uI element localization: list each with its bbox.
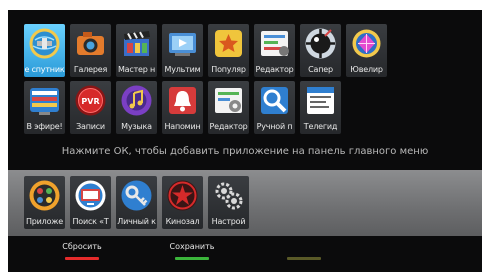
jeweler-icon [352,29,381,58]
app-tile[interactable]: Напомин [162,81,203,134]
app-tile[interactable]: Поиск «Т [70,176,111,229]
svg-text:PVR: PVR [81,97,99,106]
pvr-icon: PVR [75,85,106,116]
available-apps-panel: е спутник Галерея Мастер н Мультим Популяр Ре… [8,10,482,170]
app-tile-label: Редактор [209,122,248,131]
minesweeper-icon [305,28,336,59]
reset-button[interactable]: Сбросить [52,241,112,260]
yellow-key-label [274,241,334,253]
apps-row-1: е спутник Галерея Мастер н Мультим Популяр Ре… [24,24,392,77]
app-tile-label: Ювелир [350,65,383,74]
clapperboard-icon [124,31,150,56]
app-tile-label: Мастер н [117,65,156,74]
applications-icon [29,180,60,211]
multimedia-icon [169,33,196,56]
app-tile[interactable]: Галерея [70,24,111,77]
app-tile-label: Кинозал [165,217,200,226]
app-tile[interactable]: Телегид [300,81,341,134]
app-tile-label: Мультим [164,65,201,74]
reset-button-label: Сбросить [62,242,102,251]
yellow-key-indicator [287,257,321,260]
app-tile[interactable]: В эфире! [24,81,65,134]
app-tile-label: Личный к [117,217,156,226]
reminder-icon [169,87,196,114]
app-tile-label: Телегид [303,122,338,131]
app-tile[interactable]: Личный к [116,176,157,229]
editor-gear-icon [215,88,242,113]
app-tile[interactable]: Ручной п [254,81,295,134]
app-tile[interactable]: Мультим [162,24,203,77]
editor-icon [261,31,289,56]
hint-text: Нажмите ОК, чтобы добавить приложение на… [61,146,429,157]
tv-guide-icon [307,87,334,114]
app-tile-label: е спутник [24,65,65,74]
app-tile-label: Настрой [211,217,246,226]
app-tile-label: Напомин [164,122,201,131]
star-icon [215,30,242,57]
music-icon [121,85,152,116]
app-screen: е спутник Галерея Мастер н Мультим Популяр Ре… [8,10,482,272]
save-button[interactable]: Сохранить [162,241,222,260]
app-tile-label: Популяр [211,65,246,74]
manual-search-icon [261,87,288,114]
green-key-indicator [175,257,209,260]
on-air-icon [30,88,59,115]
settings-gears-icon [215,182,243,210]
main-menu-panel: Приложе Поиск «Т Личный к Кинозал Настрой [8,170,482,236]
app-tile-label: Ручной п [256,122,293,131]
save-button-label: Сохранить [169,242,215,251]
camera-icon [77,32,104,55]
app-tile[interactable]: Кинозал [162,176,203,229]
app-tile-label: В эфире! [26,122,63,131]
main-menu-apps: Приложе Поиск «Т Личный к Кинозал Настрой [24,176,254,229]
app-tile-label: Музыка [121,122,152,131]
app-tile[interactable]: Сапер [300,24,341,77]
search-tv-icon [75,180,106,211]
app-tile[interactable]: Музыка [116,81,157,134]
app-tile-label: Галерея [73,65,108,74]
app-tile[interactable]: Настрой [208,176,249,229]
app-tile-label: Поиск «Т [72,217,109,226]
cinema-icon [167,180,198,211]
app-tile-label: Записи [76,122,105,131]
footer-bar: Сбросить Сохранить [8,236,482,272]
app-tile-label: Редактор [255,65,294,74]
app-tile[interactable]: Популяр [208,24,249,77]
red-key-indicator [65,257,99,260]
app-tile[interactable]: PVR Записи [70,81,111,134]
app-tile[interactable]: Редактор [208,81,249,134]
app-tile[interactable]: Редактор [254,24,295,77]
yellow-key-button[interactable] [274,241,334,260]
app-tile[interactable]: Мастер н [116,24,157,77]
satellite-globe-icon [29,28,60,59]
app-tile[interactable]: е спутник [24,24,65,77]
app-tile-label: Приложе [25,217,64,226]
app-tile[interactable]: Ювелир [346,24,387,77]
apps-row-2: В эфире! PVR Записи Музыка Напомин Редактор Ру… [24,81,346,134]
app-tile-label: Сапер [308,65,333,74]
app-tile[interactable]: Приложе [24,176,65,229]
key-icon [121,180,152,211]
